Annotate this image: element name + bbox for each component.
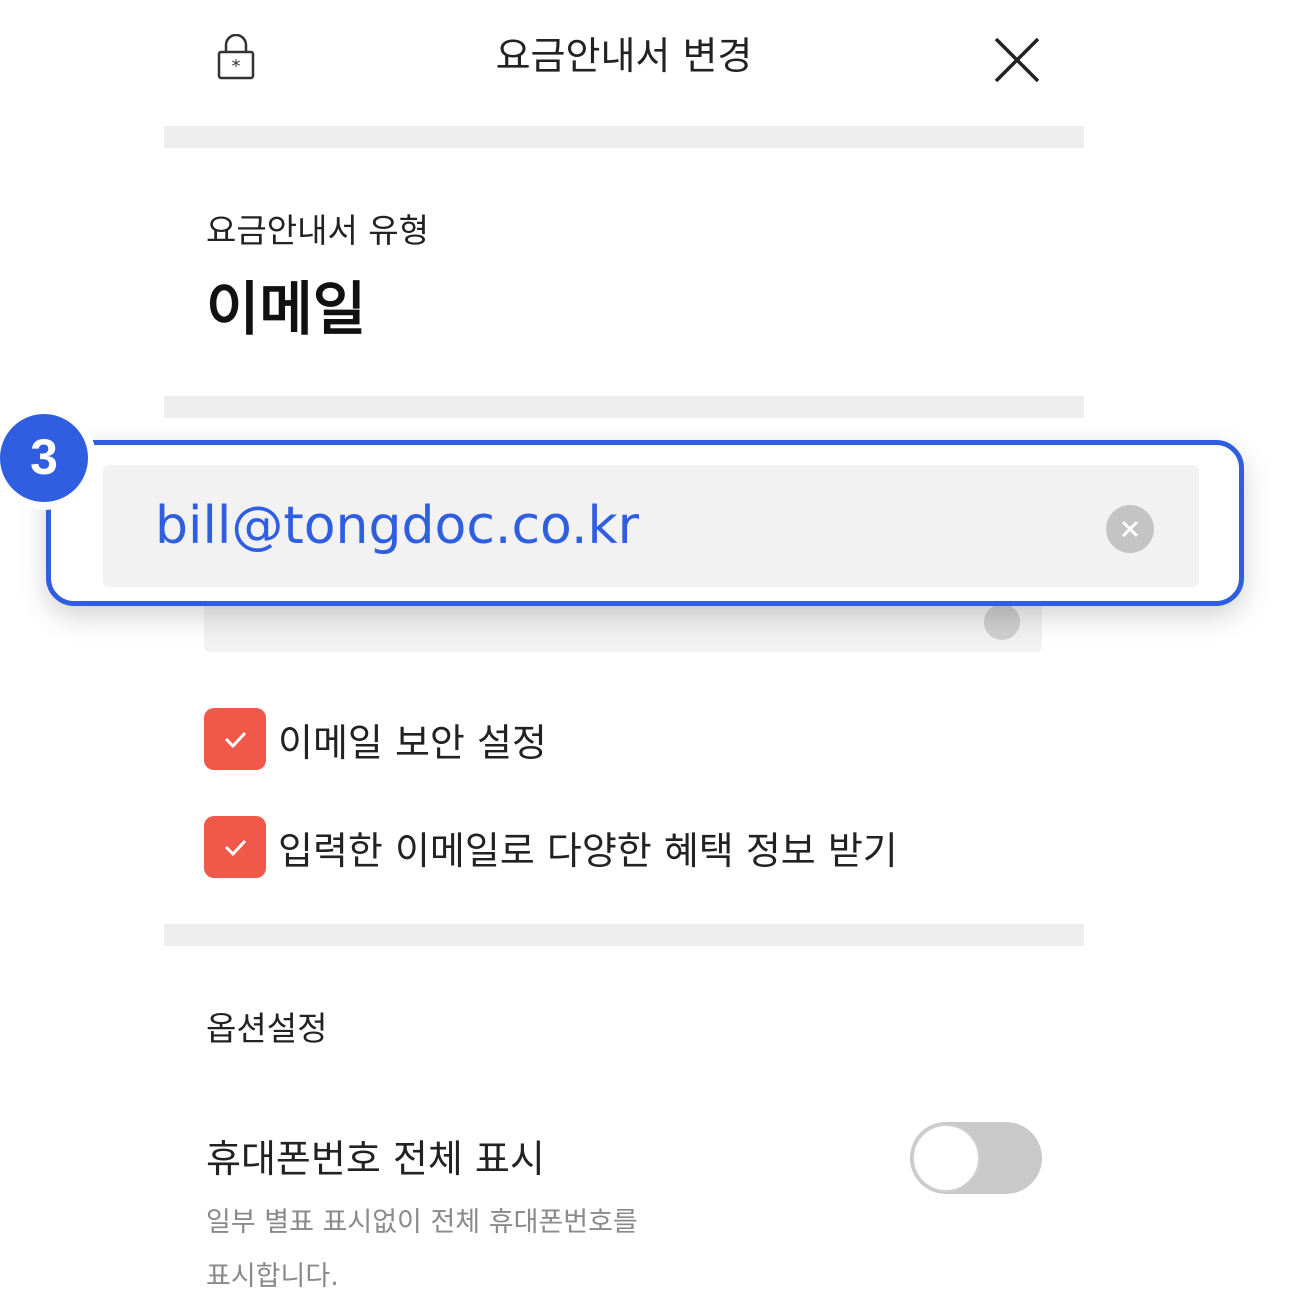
clear-icon: [984, 604, 1020, 640]
section-divider: [164, 126, 1084, 148]
email-security-checkbox[interactable]: [204, 708, 266, 770]
toggle-knob: [912, 1124, 980, 1192]
email-highlight-callout: bill@tongdoc.co.kr: [46, 440, 1244, 606]
section-divider: [164, 396, 1084, 418]
phone-display-desc-2: 표시합니다.: [206, 1261, 339, 1292]
clear-icon[interactable]: [1106, 505, 1154, 553]
bill-type-value: 이메일: [206, 275, 367, 343]
phone-display-title: 휴대폰번호 전체 표시: [206, 1137, 545, 1181]
phone-display-toggle[interactable]: [910, 1122, 1042, 1194]
page-title: 요금안내서 변경: [495, 34, 753, 78]
phone-display-desc: 일부 별표 표시없이 전체 휴대폰번호를: [206, 1207, 638, 1238]
bill-type-label: 요금안내서 유형: [206, 211, 430, 250]
benefit-info-label: 입력한 이메일로 다양한 혜택 정보 받기: [278, 829, 898, 873]
options-section-label: 옵션설정: [206, 1009, 328, 1048]
section-divider: [164, 924, 1084, 946]
email-field-value: bill@tongdoc.co.kr: [155, 496, 639, 556]
email-field[interactable]: bill@tongdoc.co.kr: [103, 465, 1199, 587]
benefit-info-checkbox[interactable]: [204, 816, 266, 878]
close-icon[interactable]: [990, 33, 1044, 87]
email-security-label: 이메일 보안 설정: [278, 721, 547, 765]
